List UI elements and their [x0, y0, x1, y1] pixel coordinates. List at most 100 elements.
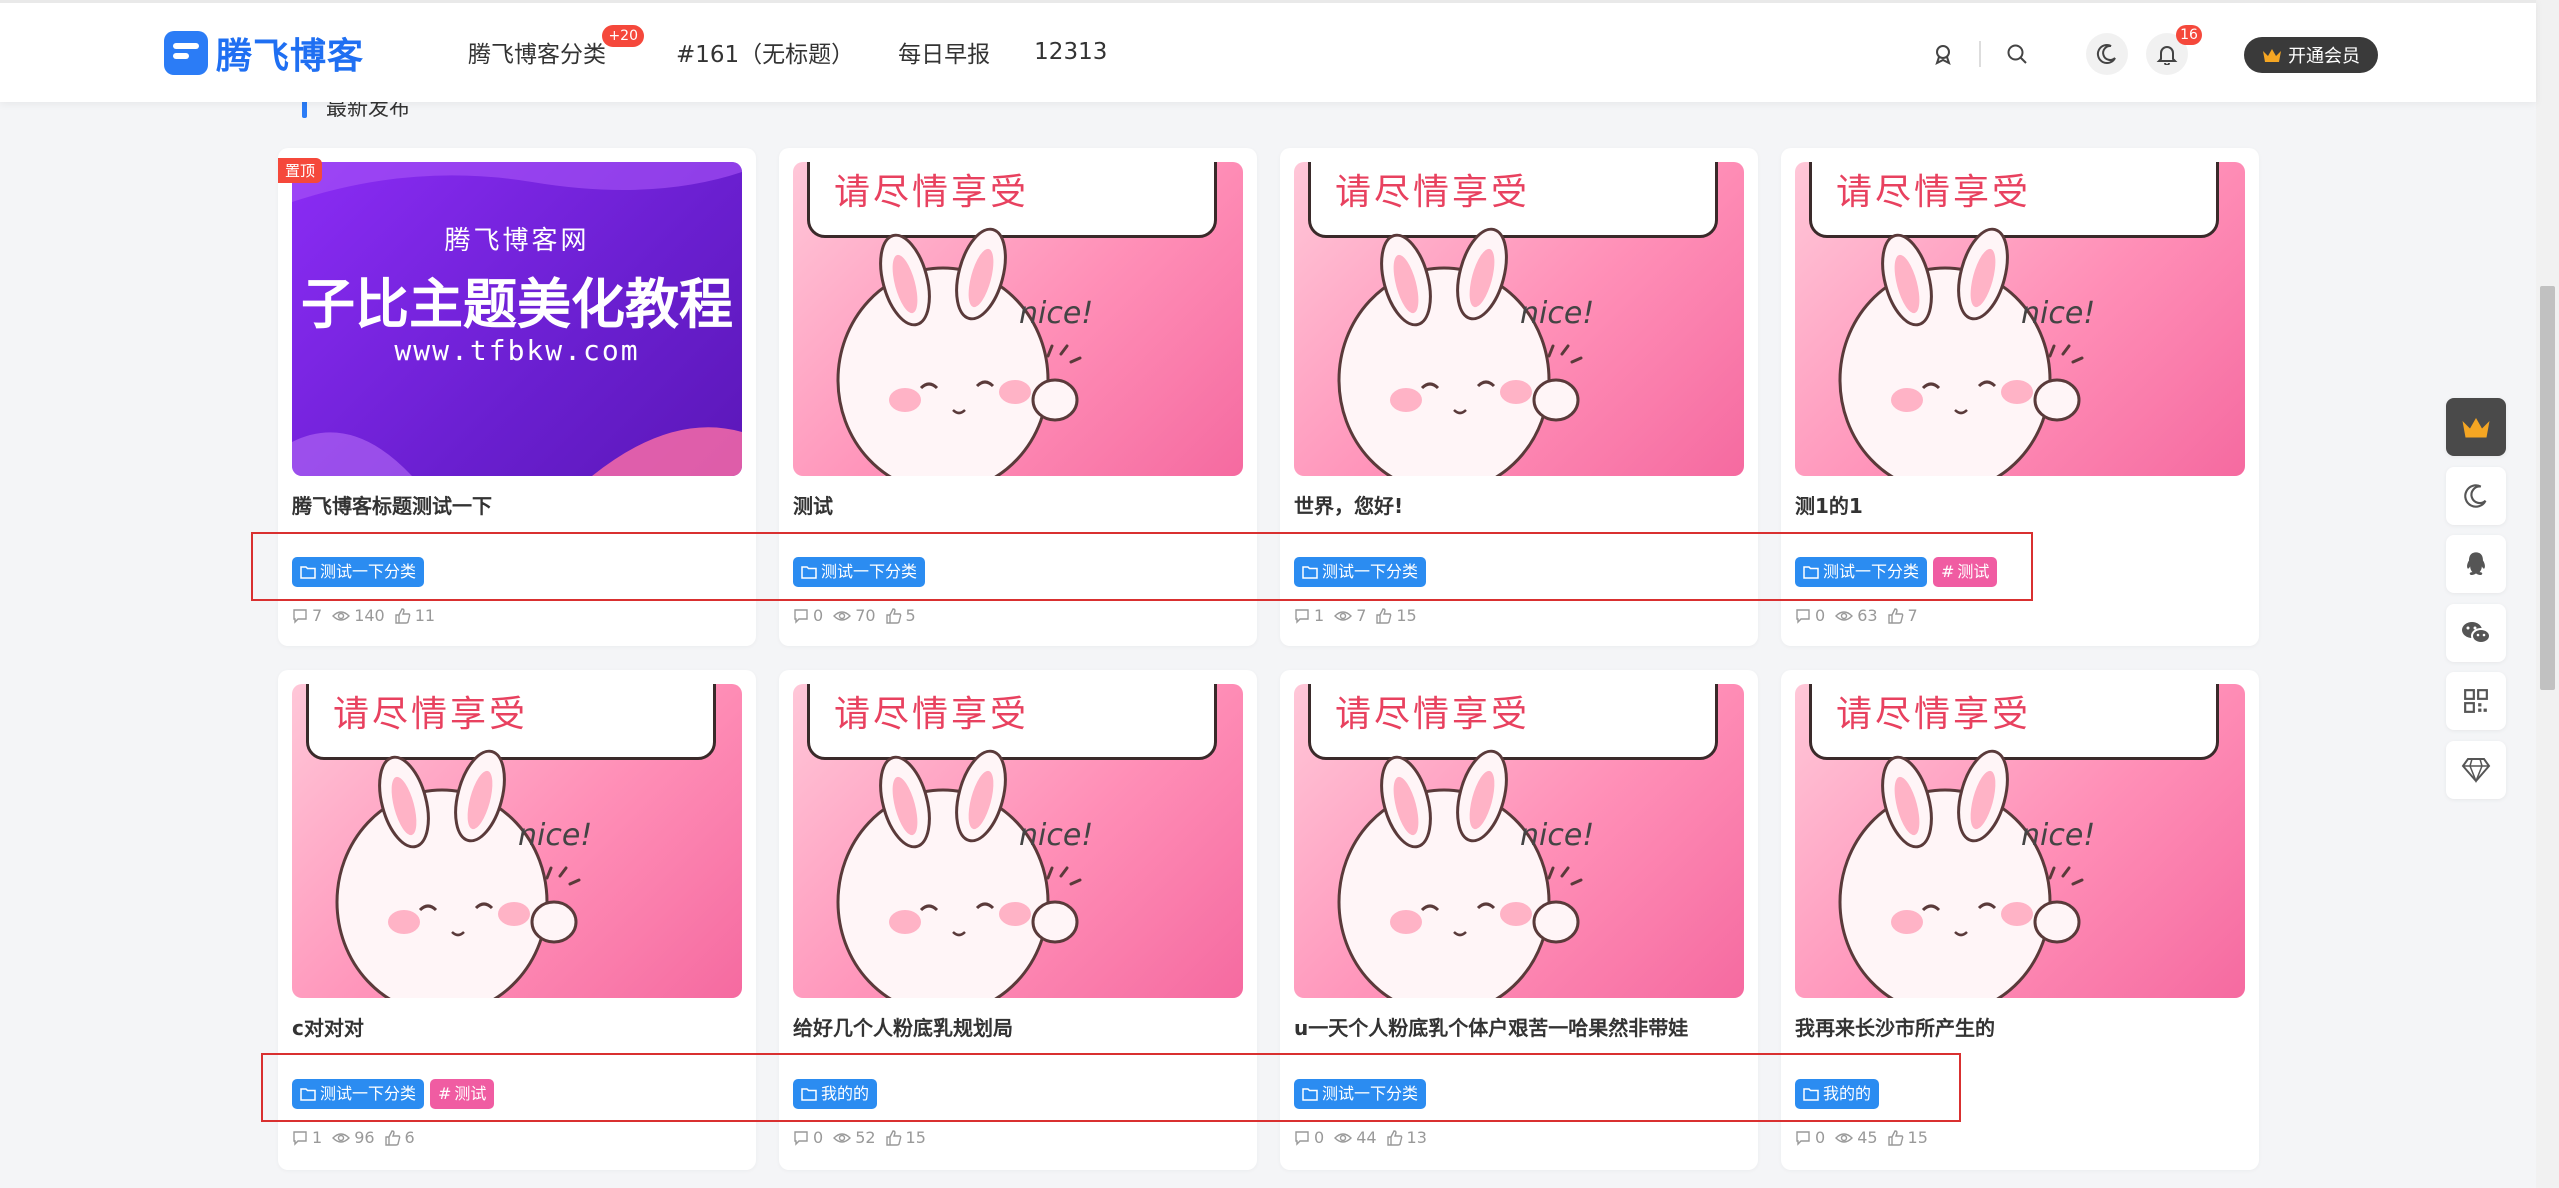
view-count: 63	[1835, 606, 1878, 625]
tag-category[interactable]: 我的的	[793, 1079, 878, 1109]
post-thumbnail[interactable]: 请尽情享受 nice!	[793, 162, 1243, 476]
post-thumbnail[interactable]: 请尽情享受 nice!	[1294, 162, 1744, 476]
view-count: 45	[1835, 1128, 1878, 1147]
post-title[interactable]: 我再来长沙市所产生的	[1795, 1012, 1995, 1041]
post-tags: 测试一下分类	[1294, 557, 1432, 587]
post-title[interactable]: 给好几个人粉底乳规划局	[793, 1012, 1013, 1041]
like-count[interactable]: 7	[1887, 606, 1918, 625]
side-qq-button[interactable]	[2446, 535, 2506, 593]
post-stats: 0 63 7	[1795, 606, 1928, 625]
tag-topic[interactable]: # 测试	[1933, 557, 1998, 587]
thumbs-up-icon	[1887, 607, 1903, 624]
comment-icon	[293, 1130, 307, 1146]
tag-label: 我的的	[1823, 1084, 1872, 1103]
eye-icon	[1334, 610, 1353, 621]
comment-count: 1	[1294, 606, 1324, 625]
comment-icon	[1295, 608, 1309, 624]
thumbs-up-icon	[395, 607, 411, 624]
nav-item-daily-news[interactable]: 每日早报	[898, 35, 990, 69]
post-card[interactable]: 请尽情享受 nice! 给好几个人粉底乳规划局 我的的 0 52 15	[779, 670, 1257, 1170]
post-tags: 测试一下分类	[1294, 1079, 1432, 1109]
post-tags: 测试一下分类 # 测试	[292, 1079, 500, 1109]
post-thumbnail[interactable]: 请尽情享受 nice!	[793, 684, 1243, 998]
post-title[interactable]: 世界，您好!	[1294, 490, 1403, 519]
like-count[interactable]: 5	[885, 606, 916, 625]
tag-category[interactable]: 我的的	[1795, 1079, 1880, 1109]
comment-icon	[1796, 1130, 1810, 1146]
folder-icon	[1803, 1088, 1819, 1101]
like-count[interactable]: 11	[395, 606, 435, 625]
bunny-illustration	[1337, 749, 1583, 998]
folder-icon	[1302, 1088, 1318, 1101]
nav-item-12313[interactable]: 12313	[1034, 39, 1107, 65]
tag-category[interactable]: 测试一下分类	[1294, 557, 1427, 587]
side-qrcode-button[interactable]	[2446, 672, 2506, 730]
post-card[interactable]: 请尽情享受 nice! u一天个人粉底乳个体户艰苦一哈果然非带娃 测试一下分类 …	[1280, 670, 1758, 1170]
pinned-badge: 置顶	[278, 158, 323, 183]
thumbs-up-icon	[1386, 1129, 1402, 1146]
nav-item-untitled[interactable]: #161（无标题）	[676, 35, 854, 69]
post-card[interactable]: 请尽情享受 nice! c对对对 测试一下分类 # 测试 1 96 6	[278, 670, 756, 1170]
like-count[interactable]: 15	[1376, 606, 1417, 625]
post-title[interactable]: 腾飞博客标题测试一下	[292, 490, 492, 519]
tag-category[interactable]: 测试一下分类	[1795, 557, 1928, 587]
like-count[interactable]: 13	[1386, 1128, 1427, 1147]
site-logo[interactable]: 腾飞博客	[164, 27, 364, 79]
post-card[interactable]: 请尽情享受 nice! 世界，您好! 测试一下分类 1 7 15	[1280, 148, 1758, 646]
comment-count: 0	[1795, 606, 1825, 625]
side-theme-button[interactable]	[2446, 467, 2506, 525]
nav-label: #161（无标题）	[676, 42, 855, 68]
side-vip-button[interactable]	[2446, 398, 2506, 456]
user-icon[interactable]	[1922, 33, 1964, 75]
tag-label: 测试一下分类	[1322, 1084, 1419, 1103]
like-count[interactable]: 6	[384, 1128, 415, 1147]
side-wechat-button[interactable]	[2446, 604, 2506, 662]
tag-category[interactable]: 测试一下分类	[292, 1079, 425, 1109]
post-card[interactable]: 请尽情享受 nice! 测试 测试一下分类 0 70 5	[779, 148, 1257, 646]
post-stats: 1 96 6	[292, 1128, 425, 1147]
side-diamond-button[interactable]	[2446, 741, 2506, 799]
nav-badge: +20	[602, 25, 644, 47]
nice-text: nice!	[2021, 296, 2096, 331]
comment-count: 1	[292, 1128, 322, 1147]
search-icon[interactable]	[1996, 33, 2038, 75]
post-title[interactable]: 测试	[793, 490, 833, 519]
promo-thumbnail: 腾飞博客网 子比主题美化教程 www.tfbkw.com	[292, 162, 742, 476]
post-stats: 0 44 13	[1294, 1128, 1437, 1147]
post-thumbnail[interactable]: 请尽情享受 nice!	[292, 684, 742, 998]
tag-label: 测试一下分类	[320, 1084, 417, 1103]
bunny-illustration	[1838, 749, 2084, 998]
folder-icon	[801, 566, 817, 579]
qq-icon	[2467, 552, 2485, 575]
crown-icon	[2462, 418, 2490, 438]
main-nav: 腾飞博客分类 +20 #161（无标题） 每日早报 12313	[468, 25, 1151, 69]
post-thumbnail[interactable]: 腾飞博客网 子比主题美化教程 www.tfbkw.com	[292, 162, 742, 476]
promo-line3: www.tfbkw.com	[394, 334, 640, 367]
post-thumbnail[interactable]: 请尽情享受 nice!	[1795, 684, 2245, 998]
post-thumbnail[interactable]: 请尽情享受 nice!	[1795, 162, 2245, 476]
tag-category[interactable]: 测试一下分类	[793, 557, 926, 587]
nav-label: 腾飞博客分类	[468, 42, 606, 68]
post-card[interactable]: 请尽情享受 nice! 我再来长沙市所产生的 我的的 0 45 15	[1781, 670, 2259, 1170]
post-card[interactable]: 请尽情享受 nice! 测1的1 测试一下分类 # 测试 0 63 7	[1781, 148, 2259, 646]
post-title[interactable]: 测1的1	[1795, 490, 1863, 519]
like-count[interactable]: 15	[885, 1128, 926, 1147]
nav-label: 每日早报	[898, 42, 991, 68]
folder-icon	[1302, 566, 1318, 579]
tag-category[interactable]: 测试一下分类	[1294, 1079, 1427, 1109]
post-thumbnail[interactable]: 请尽情享受 nice!	[1294, 684, 1744, 998]
vip-button[interactable]: 开通会员	[2244, 37, 2378, 73]
post-title[interactable]: c对对对	[292, 1012, 364, 1041]
nav-label: 12313	[1034, 39, 1108, 65]
nice-text: nice!	[1019, 296, 1094, 331]
post-title[interactable]: u一天个人粉底乳个体户艰苦一哈果然非带娃	[1294, 1012, 1688, 1041]
nav-item-categories[interactable]: 腾飞博客分类 +20	[468, 25, 644, 69]
nice-text: nice!	[518, 818, 593, 853]
scrollbar-thumb[interactable]	[2540, 286, 2555, 690]
tag-topic[interactable]: # 测试	[430, 1079, 495, 1109]
like-count[interactable]: 15	[1887, 1128, 1928, 1147]
tag-category[interactable]: 测试一下分类	[292, 557, 425, 587]
moon-icon[interactable]	[2086, 33, 2128, 75]
post-card[interactable]: 置顶 腾飞博客网 子比主题美化教程 www.tfbkw.com 腾飞博客标题测试…	[278, 148, 756, 646]
folder-icon	[801, 1088, 817, 1101]
